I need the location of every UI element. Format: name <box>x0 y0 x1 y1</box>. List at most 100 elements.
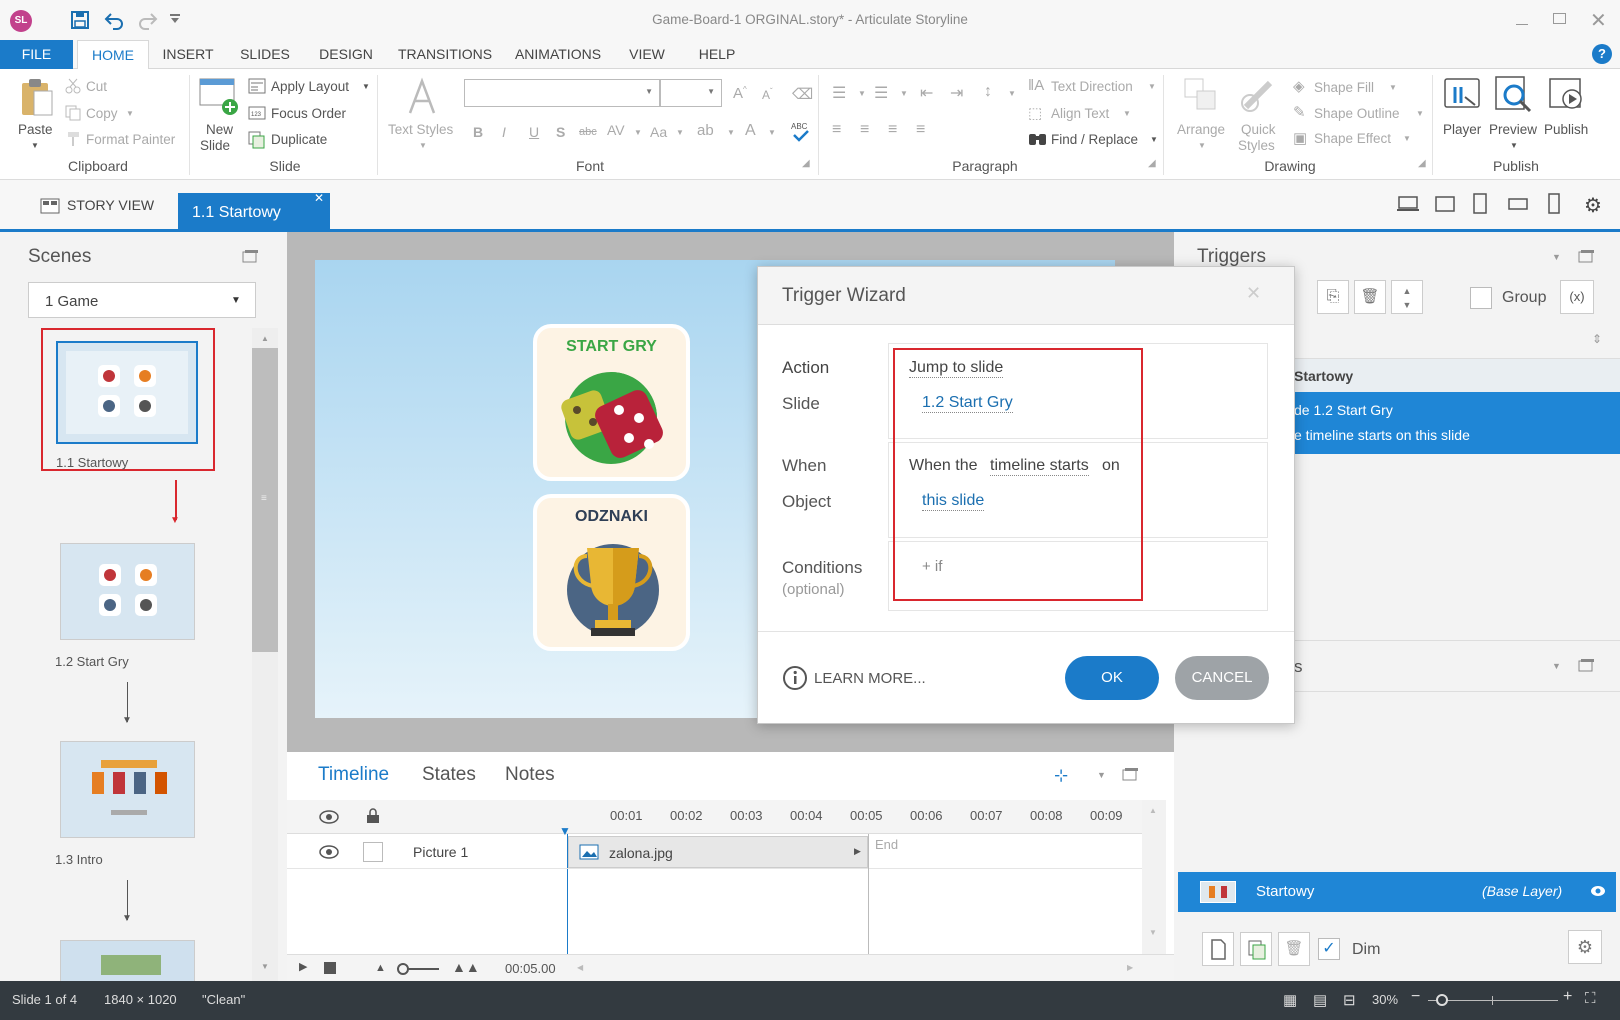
player-icon[interactable] <box>1443 75 1483 115</box>
tab-animations[interactable]: ANIMATIONS <box>508 40 608 69</box>
shrink-font-icon[interactable]: Aˇ <box>762 87 773 102</box>
start-gry-card[interactable]: START GRY <box>533 324 690 481</box>
collapse-icon[interactable]: ▼ <box>1097 770 1106 780</box>
scenes-scrollbar[interactable]: ▲ ≡ ▼ <box>252 328 278 981</box>
font-color-dropdown-icon[interactable]: ▼ <box>768 128 776 137</box>
save-icon[interactable] <box>70 10 90 30</box>
apply-layout-dropdown-icon[interactable]: ▼ <box>362 82 370 91</box>
shape-effect-button[interactable]: Shape Effect <box>1314 131 1391 146</box>
cut-button[interactable]: Cut <box>86 79 107 94</box>
new-slide-label-1[interactable]: New <box>206 122 233 137</box>
phone-landscape-icon[interactable] <box>1508 197 1528 211</box>
slide-thumbnail-3[interactable] <box>60 741 195 838</box>
tab-states[interactable]: States <box>422 764 476 786</box>
publish-icon[interactable] <box>1548 75 1588 115</box>
underline-button[interactable]: U <box>529 124 539 140</box>
tab-insert[interactable]: INSERT <box>156 40 220 69</box>
bullets-icon[interactable]: ☰ <box>832 83 846 103</box>
player-button[interactable]: Player <box>1443 122 1481 137</box>
close-tab-icon[interactable]: ✕ <box>314 191 324 205</box>
undock-timeline-icon[interactable] <box>1122 767 1138 781</box>
bar-expand-icon[interactable]: ▶ <box>854 846 861 857</box>
quick-styles-icon[interactable] <box>1240 77 1276 113</box>
slideshow-view-icon[interactable]: ⊟ <box>1343 991 1356 1009</box>
cancel-button[interactable]: CANCEL <box>1175 656 1269 700</box>
collapse-all-icon[interactable]: ⇕ <box>1592 332 1602 346</box>
ok-button[interactable]: OK <box>1065 656 1159 700</box>
action-value-link[interactable]: Jump to slide <box>909 359 1004 378</box>
when-event-link[interactable]: timeline starts <box>990 457 1089 476</box>
grid-view-icon[interactable]: ▦ <box>1283 991 1297 1009</box>
add-condition-link[interactable]: + if <box>922 558 942 575</box>
font-color-icon[interactable]: A <box>745 122 756 140</box>
slide-tab-startowy[interactable]: 1.1 Startowy ✕ <box>178 191 330 232</box>
duplicate-layer-button[interactable] <box>1240 932 1272 966</box>
new-layer-button[interactable] <box>1202 932 1234 966</box>
find-replace-button[interactable]: Find / Replace <box>1051 132 1138 147</box>
undock-triggers-icon[interactable] <box>1578 249 1594 263</box>
highlight-color-icon[interactable]: ab <box>697 122 714 139</box>
find-replace-dropdown-icon[interactable]: ▼ <box>1150 135 1158 144</box>
tablet-landscape-icon[interactable] <box>1434 195 1456 213</box>
quick-styles-label-2[interactable]: Styles <box>1238 138 1275 153</box>
tab-timeline[interactable]: Timeline <box>318 764 389 786</box>
timeline-bar[interactable]: zalona.jpg ▶ <box>568 836 868 868</box>
undock-panel-icon[interactable] <box>242 249 258 263</box>
paste-button[interactable]: Paste <box>18 122 53 137</box>
paste-dropdown-icon[interactable]: ▼ <box>31 141 39 150</box>
zoom-slider-knob[interactable] <box>1436 994 1448 1006</box>
change-case-dropdown-icon[interactable]: ▼ <box>676 128 684 137</box>
arrange-button[interactable]: Arrange <box>1177 122 1225 137</box>
clear-formatting-icon[interactable]: ⌫ <box>792 85 813 103</box>
highlight-color-dropdown-icon[interactable]: ▼ <box>727 128 735 137</box>
shape-outline-dropdown-icon[interactable]: ▼ <box>1416 109 1424 118</box>
focus-order-button[interactable]: Focus Order <box>271 106 346 121</box>
change-case-icon[interactable]: Aa <box>650 124 667 140</box>
text-styles-icon[interactable] <box>402 77 442 117</box>
minimize-button[interactable] <box>1512 10 1532 30</box>
shape-outline-button[interactable]: Shape Outline <box>1314 106 1400 121</box>
learn-more-link[interactable]: LEARN MORE... <box>814 670 926 687</box>
justify-icon[interactable]: ≡ <box>916 121 925 139</box>
delete-trigger-button[interactable]: 🗑 <box>1354 280 1386 314</box>
align-left-icon[interactable]: ≡ <box>832 121 841 139</box>
font-dialog-launcher-icon[interactable]: ◢ <box>802 158 810 169</box>
shape-fill-button[interactable]: Shape Fill <box>1314 80 1374 95</box>
slide-value-link[interactable]: 1.2 Start Gry <box>922 394 1013 413</box>
scroll-up-icon[interactable]: ▲ <box>261 334 269 343</box>
scrollbar-thumb[interactable]: ≡ <box>252 348 278 652</box>
align-center-icon[interactable]: ≡ <box>860 121 869 139</box>
tab-home[interactable]: HOME <box>77 40 149 70</box>
h-scroll-right-icon[interactable]: ▶ <box>1127 963 1133 972</box>
slide-thumbnail-2[interactable] <box>60 543 195 640</box>
tab-transitions[interactable]: TRANSITIONS <box>394 40 496 69</box>
new-slide-label-2[interactable]: Slide <box>200 138 230 153</box>
undock-layers-icon[interactable] <box>1578 658 1594 672</box>
text-styles-dropdown-icon[interactable]: ▼ <box>419 141 427 150</box>
spellcheck-icon[interactable]: ABC <box>790 121 810 143</box>
tab-help[interactable]: HELP <box>692 40 742 69</box>
zoom-in-button[interactable]: + <box>1563 988 1572 1006</box>
tab-slides[interactable]: SLIDES <box>232 40 298 69</box>
zoom-out-icon[interactable]: ▲ <box>375 962 386 974</box>
customize-toolbar-icon[interactable] <box>170 14 180 24</box>
arrange-icon[interactable] <box>1183 77 1219 113</box>
publish-button[interactable]: Publish <box>1544 122 1588 137</box>
visibility-all-icon[interactable] <box>319 810 339 824</box>
triggers-collapse-icon[interactable]: ▼ <box>1552 252 1561 262</box>
maximize-button[interactable] <box>1553 13 1566 24</box>
play-icon[interactable]: ▶ <box>299 960 307 973</box>
align-right-icon[interactable]: ≡ <box>888 121 897 139</box>
group-checkbox[interactable] <box>1470 287 1492 309</box>
decrease-indent-icon[interactable]: ⇤ <box>920 83 933 103</box>
scene-select[interactable]: 1 Game ▼ <box>28 282 256 318</box>
zoom-slider[interactable] <box>397 963 439 975</box>
format-painter-button[interactable]: Format Painter <box>86 132 175 147</box>
shape-fill-dropdown-icon[interactable]: ▼ <box>1389 83 1397 92</box>
layer-settings-button[interactable]: ⚙ <box>1568 930 1602 964</box>
lock-all-icon[interactable] <box>366 808 380 824</box>
layer-visibility-icon[interactable] <box>1590 885 1606 897</box>
dim-checkbox[interactable]: ✓ <box>1318 938 1340 960</box>
dialog-close-icon[interactable]: ✕ <box>1246 283 1261 304</box>
delete-layer-button[interactable]: 🗑 <box>1278 932 1310 966</box>
